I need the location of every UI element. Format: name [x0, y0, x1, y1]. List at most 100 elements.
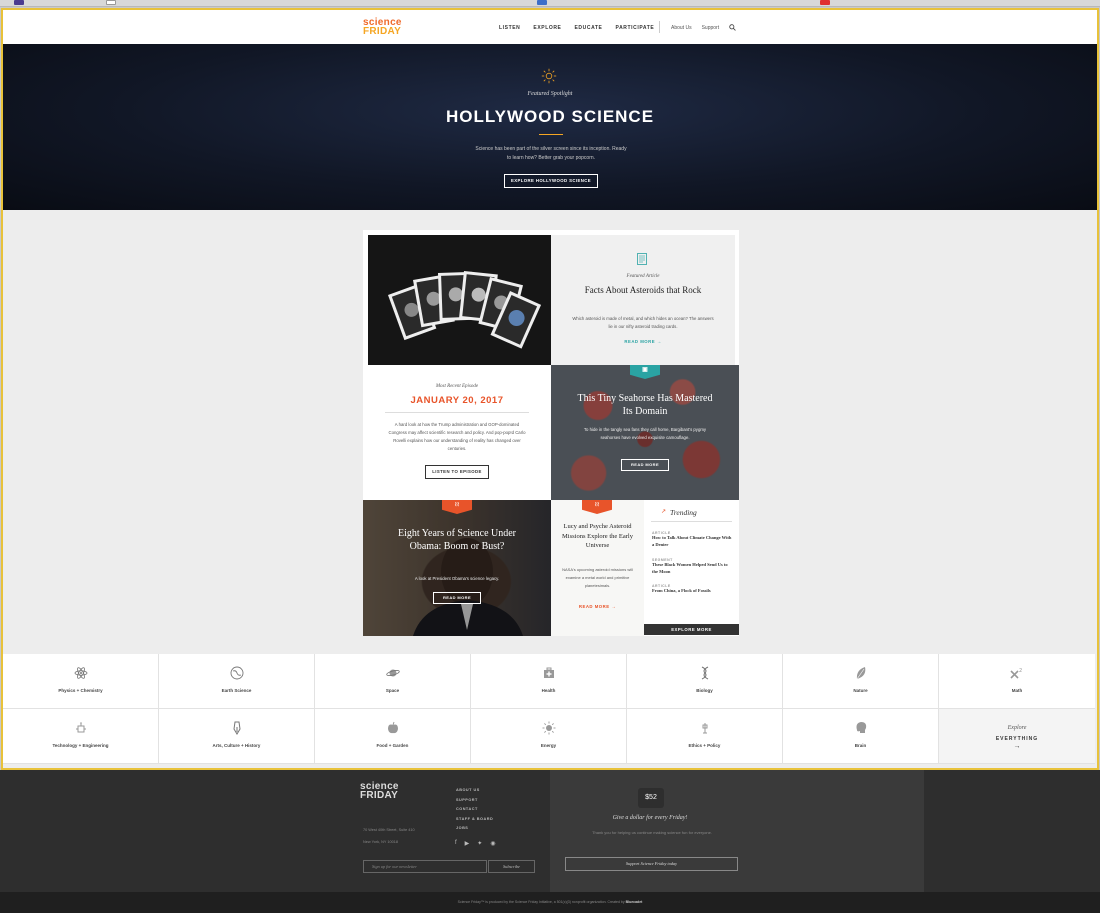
audio-tag: ≀≀: [582, 500, 612, 514]
hero-title: HOLLYWOOD SCIENCE: [445, 107, 655, 126]
lucy-psyche-card[interactable]: ≀≀ Lucy and Psyche Asteroid Missions Exp…: [551, 500, 644, 636]
site-footer: science FRIDAY 70 West 40th Street, Suit…: [0, 770, 1100, 913]
tab-favicon[interactable]: [106, 0, 116, 5]
credit-link[interactable]: Bluecadet: [626, 900, 643, 904]
topic-math[interactable]: 2 Math: [939, 654, 1095, 709]
footer-link-staff-board[interactable]: STAFF & BOARD: [456, 815, 493, 825]
featured-article-card[interactable]: Featured Article Facts About Asteroids t…: [551, 235, 735, 365]
robot-icon: [76, 722, 86, 733]
document-icon: [637, 253, 647, 265]
main-nav: LISTEN EXPLORE EDUCATE PARTICIPATE: [499, 25, 654, 31]
apple-icon: [388, 721, 398, 734]
arrow-right-icon: →: [1013, 743, 1021, 750]
episode-kicker: Most Recent Episode: [435, 384, 479, 389]
trending-item[interactable]: ARTICLE How to Talk About Climate Change…: [652, 531, 734, 548]
trending-item-title[interactable]: These Black Women Helped Send Us to the …: [652, 562, 734, 575]
logo-line-2: FRIDAY: [363, 26, 402, 37]
listen-episode-button[interactable]: LISTEN TO EPISODE: [425, 465, 489, 479]
topic-energy[interactable]: Energy: [471, 709, 627, 764]
facebook-icon[interactable]: f: [455, 840, 457, 847]
address-line-1: 70 West 40th Street, Suite 410: [363, 828, 415, 832]
pen-nib-icon: [233, 721, 241, 735]
tab-favicon[interactable]: [537, 0, 547, 5]
topic-food-garden[interactable]: Food + Garden: [315, 709, 471, 764]
dna-icon: [701, 666, 709, 680]
nav-explore[interactable]: EXPLORE: [533, 25, 561, 31]
search-icon[interactable]: [729, 24, 736, 31]
topic-ethics-policy[interactable]: Ethics + Policy: [627, 709, 783, 764]
sunburst-icon: [541, 68, 557, 84]
featured-read-more[interactable]: READ MORE →: [551, 339, 735, 344]
subscribe-button[interactable]: Subscribe: [488, 860, 535, 873]
nav-participate[interactable]: PARTICIPATE: [616, 25, 655, 31]
trending-item[interactable]: ARTICLE From China, a Flock of Fossils: [652, 584, 734, 595]
topic-biology[interactable]: Biology: [627, 654, 783, 709]
topic-nature[interactable]: Nature: [783, 654, 939, 709]
donate-heading: Give a dollar for every Friday!: [612, 815, 688, 821]
seahorse-story-card[interactable]: ▣ This Tiny Seahorse Has Mastered Its Do…: [551, 365, 739, 500]
tab-favicon[interactable]: [820, 0, 830, 5]
browser-tab-strip: [0, 0, 1100, 7]
trending-arrow-icon: ↗: [661, 509, 667, 515]
twitter-icon[interactable]: ✦: [477, 840, 482, 847]
seahorse-read-more-button[interactable]: READ MORE: [621, 459, 669, 471]
topic-label: Math: [1011, 688, 1023, 693]
explore-more-button[interactable]: EXPLORE MORE: [644, 624, 739, 635]
footer-link-contact[interactable]: CONTACT: [456, 805, 493, 815]
obama-story-card[interactable]: ≀≀ Eight Years of Science Under Obama: B…: [363, 500, 551, 636]
footer-link-about[interactable]: ABOUT US: [456, 786, 493, 796]
lucy-read-more[interactable]: READ MORE →: [551, 604, 644, 609]
newsletter-input[interactable]: Sign up for our newsletter: [363, 860, 487, 873]
episode-date[interactable]: JANUARY 20, 2017: [363, 395, 551, 406]
topic-label: Food + Garden: [376, 743, 409, 748]
obama-title[interactable]: Eight Years of Science Under Obama: Boom…: [387, 527, 527, 553]
explore-everything-tile[interactable]: Explore EVERYTHING →: [939, 709, 1095, 764]
support-button[interactable]: Support Science Friday today: [565, 857, 738, 871]
scales-icon: [702, 723, 708, 734]
nav-support[interactable]: Support: [702, 25, 720, 31]
footer-link-jobs[interactable]: JOBS: [456, 824, 493, 834]
explore-hollywood-button[interactable]: EXPLORE HOLLYWOOD SCIENCE: [504, 174, 598, 188]
globe-icon: [230, 666, 244, 680]
trending-item-title[interactable]: From China, a Flock of Fossils: [652, 588, 734, 595]
nav-listen[interactable]: LISTEN: [499, 25, 520, 31]
topic-technology-engineering[interactable]: Technology + Engineering: [3, 709, 159, 764]
obama-read-more-button[interactable]: READ MORE: [433, 592, 481, 604]
topic-earth-science[interactable]: Earth Science: [159, 654, 315, 709]
medical-bag-icon: [544, 667, 554, 678]
topic-health[interactable]: Health: [471, 654, 627, 709]
featured-description: Which asteroid is made of metal, and whi…: [572, 316, 714, 329]
camera-icon: ▣: [642, 367, 648, 373]
head-brain-icon: [856, 722, 867, 733]
topic-arts-culture-history[interactable]: Arts, Culture + History: [159, 709, 315, 764]
footer-logo[interactable]: science FRIDAY: [360, 782, 550, 801]
topic-brain[interactable]: Brain: [783, 709, 939, 764]
trending-panel: ↗ Trending ARTICLE How to Talk About Cli…: [644, 500, 739, 636]
seahorse-title[interactable]: This Tiny Seahorse Has Mastered Its Doma…: [575, 392, 715, 418]
topic-label: Brain: [854, 743, 867, 748]
featured-title[interactable]: Facts About Asteroids that Rock: [571, 285, 715, 296]
trending-item-title[interactable]: How to Talk About Climate Change With a …: [652, 535, 734, 548]
nav-educate[interactable]: EDUCATE: [575, 25, 603, 31]
topic-label: Space: [385, 688, 400, 693]
episode-divider: [385, 412, 529, 413]
footer-link-support[interactable]: SUPPORT: [456, 796, 493, 806]
waveform-icon: ≀≀: [454, 502, 460, 508]
lucy-title[interactable]: Lucy and Psyche Asteroid Missions Explor…: [559, 522, 636, 551]
topic-physics-chemistry[interactable]: Physics + Chemistry: [3, 654, 159, 709]
youtube-icon[interactable]: ▶: [465, 840, 470, 847]
topic-label: Technology + Engineering: [52, 743, 109, 748]
obama-description: A look at President Obama's science lega…: [414, 576, 500, 581]
nav-about-us[interactable]: About Us: [671, 25, 692, 31]
portrait-silhouette: [363, 500, 551, 636]
topic-space[interactable]: Space: [315, 654, 471, 709]
explore-line-2: EVERYTHING: [995, 736, 1039, 742]
rss-icon[interactable]: ◉: [490, 840, 495, 847]
trending-item[interactable]: SEGMENT These Black Women Helped Send Us…: [652, 558, 734, 575]
tab-favicon[interactable]: [14, 0, 24, 5]
topic-label: Arts, Culture + History: [212, 743, 261, 748]
episode-description: A hard look at how the Trump administrat…: [388, 422, 526, 451]
site-logo[interactable]: science FRIDAY: [363, 18, 415, 37]
asteroid-cards-image[interactable]: [368, 235, 551, 365]
atom-icon: [74, 667, 88, 679]
